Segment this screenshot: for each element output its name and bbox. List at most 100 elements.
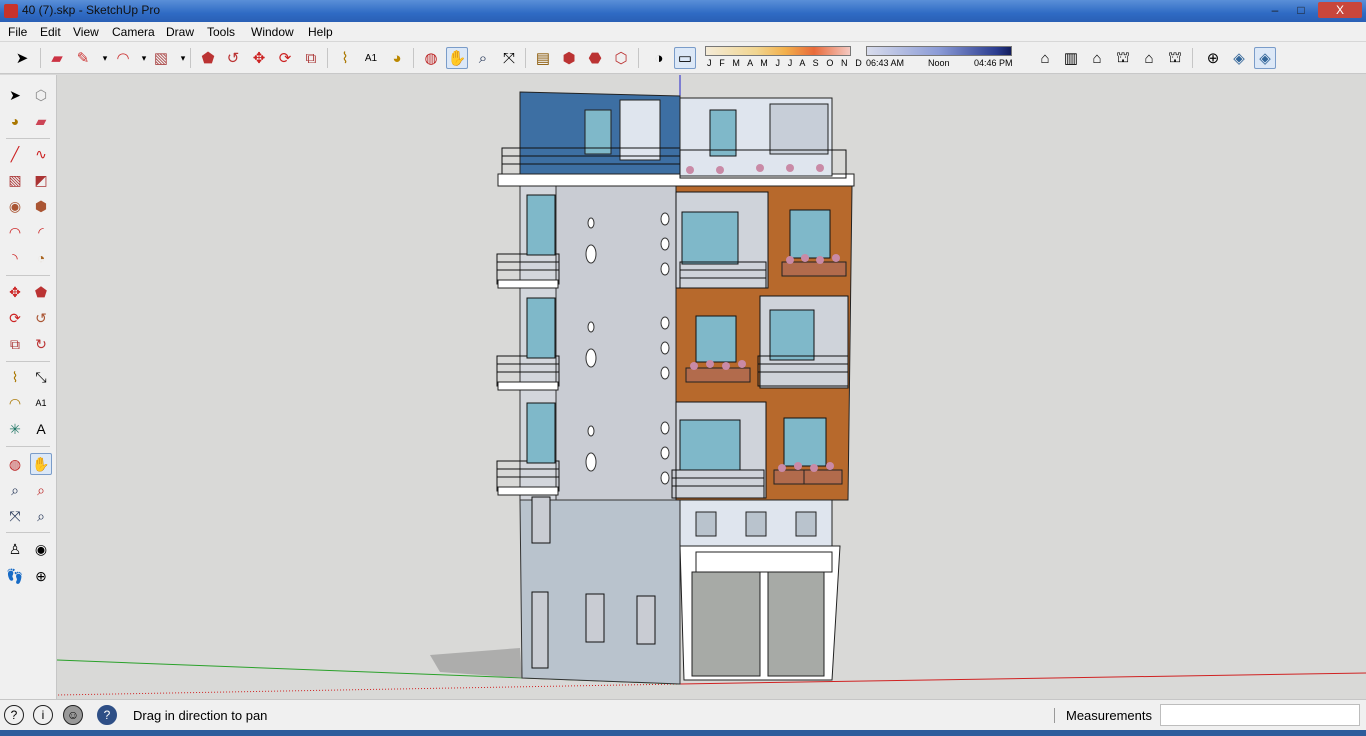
rotate-icon[interactable]: ⟳ xyxy=(274,47,296,69)
pie-icon[interactable]: ◔ xyxy=(30,247,52,269)
rotated-rectangle-icon[interactable]: ◩ xyxy=(30,169,52,191)
share-model-icon[interactable]: ⬢ xyxy=(558,47,580,69)
menu-draw[interactable]: Draw xyxy=(166,25,194,39)
menu-edit[interactable]: Edit xyxy=(40,25,61,39)
axes-icon[interactable]: ✳ xyxy=(4,418,26,440)
menu-tools[interactable]: Tools xyxy=(207,25,235,39)
look-around-icon[interactable]: ◈ xyxy=(1254,47,1276,69)
section-plane-icon[interactable]: ⊕ xyxy=(30,565,52,587)
status-message: Drag in direction to pan xyxy=(133,708,268,723)
zoom-window-icon[interactable]: ⌕ xyxy=(30,479,52,501)
protractor-icon[interactable]: ◠ xyxy=(4,392,26,414)
fog-icon[interactable]: ▭ xyxy=(674,47,696,69)
minimize-button[interactable]: – xyxy=(1264,2,1286,18)
left-view-icon[interactable]: ⛫ xyxy=(1164,47,1186,69)
three-point-arc-icon[interactable]: ◝ xyxy=(4,247,26,269)
eraser-icon[interactable]: ▰ xyxy=(30,110,52,132)
right-view-icon[interactable]: ⛫ xyxy=(1112,47,1134,69)
arc-icon[interactable]: ◠ xyxy=(4,221,26,243)
menu-help[interactable]: Help xyxy=(308,25,333,39)
select-arrow-icon[interactable]: ➤ xyxy=(11,47,33,69)
text-label-icon[interactable]: A1 xyxy=(360,47,382,69)
menu-view[interactable]: View xyxy=(73,25,99,39)
user-account-icon[interactable]: ☺ xyxy=(63,705,83,725)
menu-file[interactable]: File xyxy=(8,25,27,39)
time-noon-label: Noon xyxy=(928,58,950,68)
eraser-icon[interactable]: ▰ xyxy=(46,47,68,69)
position-camera-icon[interactable]: ♙ xyxy=(4,538,26,560)
scale-icon[interactable]: ⧉ xyxy=(300,47,322,69)
push-pull-icon[interactable]: ⬟ xyxy=(30,281,52,303)
walk-icon[interactable]: ◈ xyxy=(1228,47,1250,69)
menu-bar: File Edit View Camera Draw Tools Window … xyxy=(0,22,1366,42)
follow-me-icon[interactable]: ↺ xyxy=(222,47,244,69)
component-icon[interactable]: ⬡ xyxy=(30,84,52,106)
month-slider[interactable] xyxy=(705,46,851,56)
restore-button[interactable]: □ xyxy=(1290,2,1312,18)
window-title: 40 (7).skp - SketchUp Pro xyxy=(22,3,161,17)
back-view-icon[interactable]: ⌂ xyxy=(1138,47,1160,69)
get-models-icon[interactable]: ⬣ xyxy=(584,47,606,69)
geo-location-icon[interactable]: ? xyxy=(4,705,24,725)
credits-icon[interactable]: i xyxy=(33,705,53,725)
polygon-icon[interactable]: ⬢ xyxy=(30,195,52,217)
time-start-label: 06:43 AM xyxy=(866,58,905,68)
offset-icon[interactable]: ↻ xyxy=(30,333,52,355)
tape-measure-icon[interactable]: ⌇ xyxy=(4,366,26,388)
follow-me-icon[interactable]: ↺ xyxy=(30,307,52,329)
push-pull-icon[interactable]: ⬟ xyxy=(197,47,219,69)
menu-camera[interactable]: Camera xyxy=(112,25,155,39)
tape-measure-icon[interactable]: ⌇ xyxy=(334,47,356,69)
pan-hand-icon[interactable]: ✋ xyxy=(446,47,468,69)
measurements-label: Measurements xyxy=(1066,708,1152,723)
previous-view-icon[interactable]: ⌕ xyxy=(30,505,52,527)
dimension-icon[interactable]: ⤡ xyxy=(30,366,52,388)
zoom-icon[interactable]: ⌕ xyxy=(4,479,26,501)
side-wall-upper xyxy=(555,184,677,501)
rectangle-icon[interactable]: ▧ xyxy=(4,169,26,191)
walk-icon[interactable]: 👣 xyxy=(4,565,26,587)
move-icon[interactable]: ✥ xyxy=(248,47,270,69)
main-toolbar: ➤ ▰ ✎ ▾ ◠ ▾ ▧ ▾ ⬟ ↺ ✥ ⟳ ⧉ ⌇ A1 ◕ ◍ ✋ ⌕ ⤧… xyxy=(0,42,1366,74)
time-slider[interactable] xyxy=(866,46,1012,56)
scale-icon[interactable]: ⧉ xyxy=(4,333,26,355)
line-icon[interactable]: ╱ xyxy=(4,143,26,165)
3d-warehouse-icon[interactable]: ▤ xyxy=(532,47,554,69)
pencil-icon[interactable]: ✎ xyxy=(72,47,94,69)
move-icon[interactable]: ✥ xyxy=(4,281,26,303)
look-around-icon[interactable]: ◉ xyxy=(30,538,52,560)
shadows-icon[interactable]: ◑ xyxy=(648,47,670,69)
measurements-input[interactable] xyxy=(1160,704,1360,726)
title-bar: 40 (7).skp - SketchUp Pro – □ X xyxy=(0,0,1366,22)
paint-bucket-icon[interactable]: ◕ xyxy=(386,47,408,69)
paint-bucket-icon[interactable]: ◕ xyxy=(4,110,26,132)
text-label-icon[interactable]: A1 xyxy=(30,392,52,414)
zoom-extents-icon[interactable]: ⤧ xyxy=(498,47,520,69)
close-button[interactable]: X xyxy=(1318,2,1362,18)
model-viewport[interactable] xyxy=(57,75,1366,699)
rotate-icon[interactable]: ⟳ xyxy=(4,307,26,329)
extension-icon[interactable]: ⬡ xyxy=(610,47,632,69)
orbit-icon[interactable]: ◍ xyxy=(420,47,442,69)
position-camera-icon[interactable]: ⊕ xyxy=(1202,47,1224,69)
two-point-arc-icon[interactable]: ◜ xyxy=(30,221,52,243)
zoom-icon[interactable]: ⌕ xyxy=(472,47,494,69)
instructor-help-icon[interactable]: ? xyxy=(97,705,117,725)
iso-view-icon[interactable]: ⌂ xyxy=(1034,47,1056,69)
status-bar: ? i ☺ ? Drag in direction to pan Measure… xyxy=(0,699,1366,730)
orbit-icon[interactable]: ◍ xyxy=(4,453,26,475)
freehand-icon[interactable]: ∿ xyxy=(30,143,52,165)
building-model xyxy=(57,75,1366,696)
zoom-extents-icon[interactable]: ⤧ xyxy=(4,505,26,527)
3d-text-icon[interactable]: A xyxy=(30,418,52,440)
large-tool-set: ➤ ⬡ ◕ ▰ ╱ ∿ ▧ ◩ ◉ ⬢ ◠ ◜ ◝ ◔ ✥ ⬟ ⟳ ↺ ⧉ ↻ … xyxy=(0,75,57,699)
rectangle-icon[interactable]: ▧ xyxy=(150,47,172,69)
arc-icon[interactable]: ◠ xyxy=(112,47,134,69)
time-end-label: 04:46 PM xyxy=(974,58,1013,68)
top-view-icon[interactable]: ▥ xyxy=(1060,47,1082,69)
front-view-icon[interactable]: ⌂ xyxy=(1086,47,1108,69)
select-arrow-icon[interactable]: ➤ xyxy=(4,84,26,106)
circle-icon[interactable]: ◉ xyxy=(4,195,26,217)
pan-hand-icon[interactable]: ✋ xyxy=(30,453,52,475)
menu-window[interactable]: Window xyxy=(251,25,294,39)
